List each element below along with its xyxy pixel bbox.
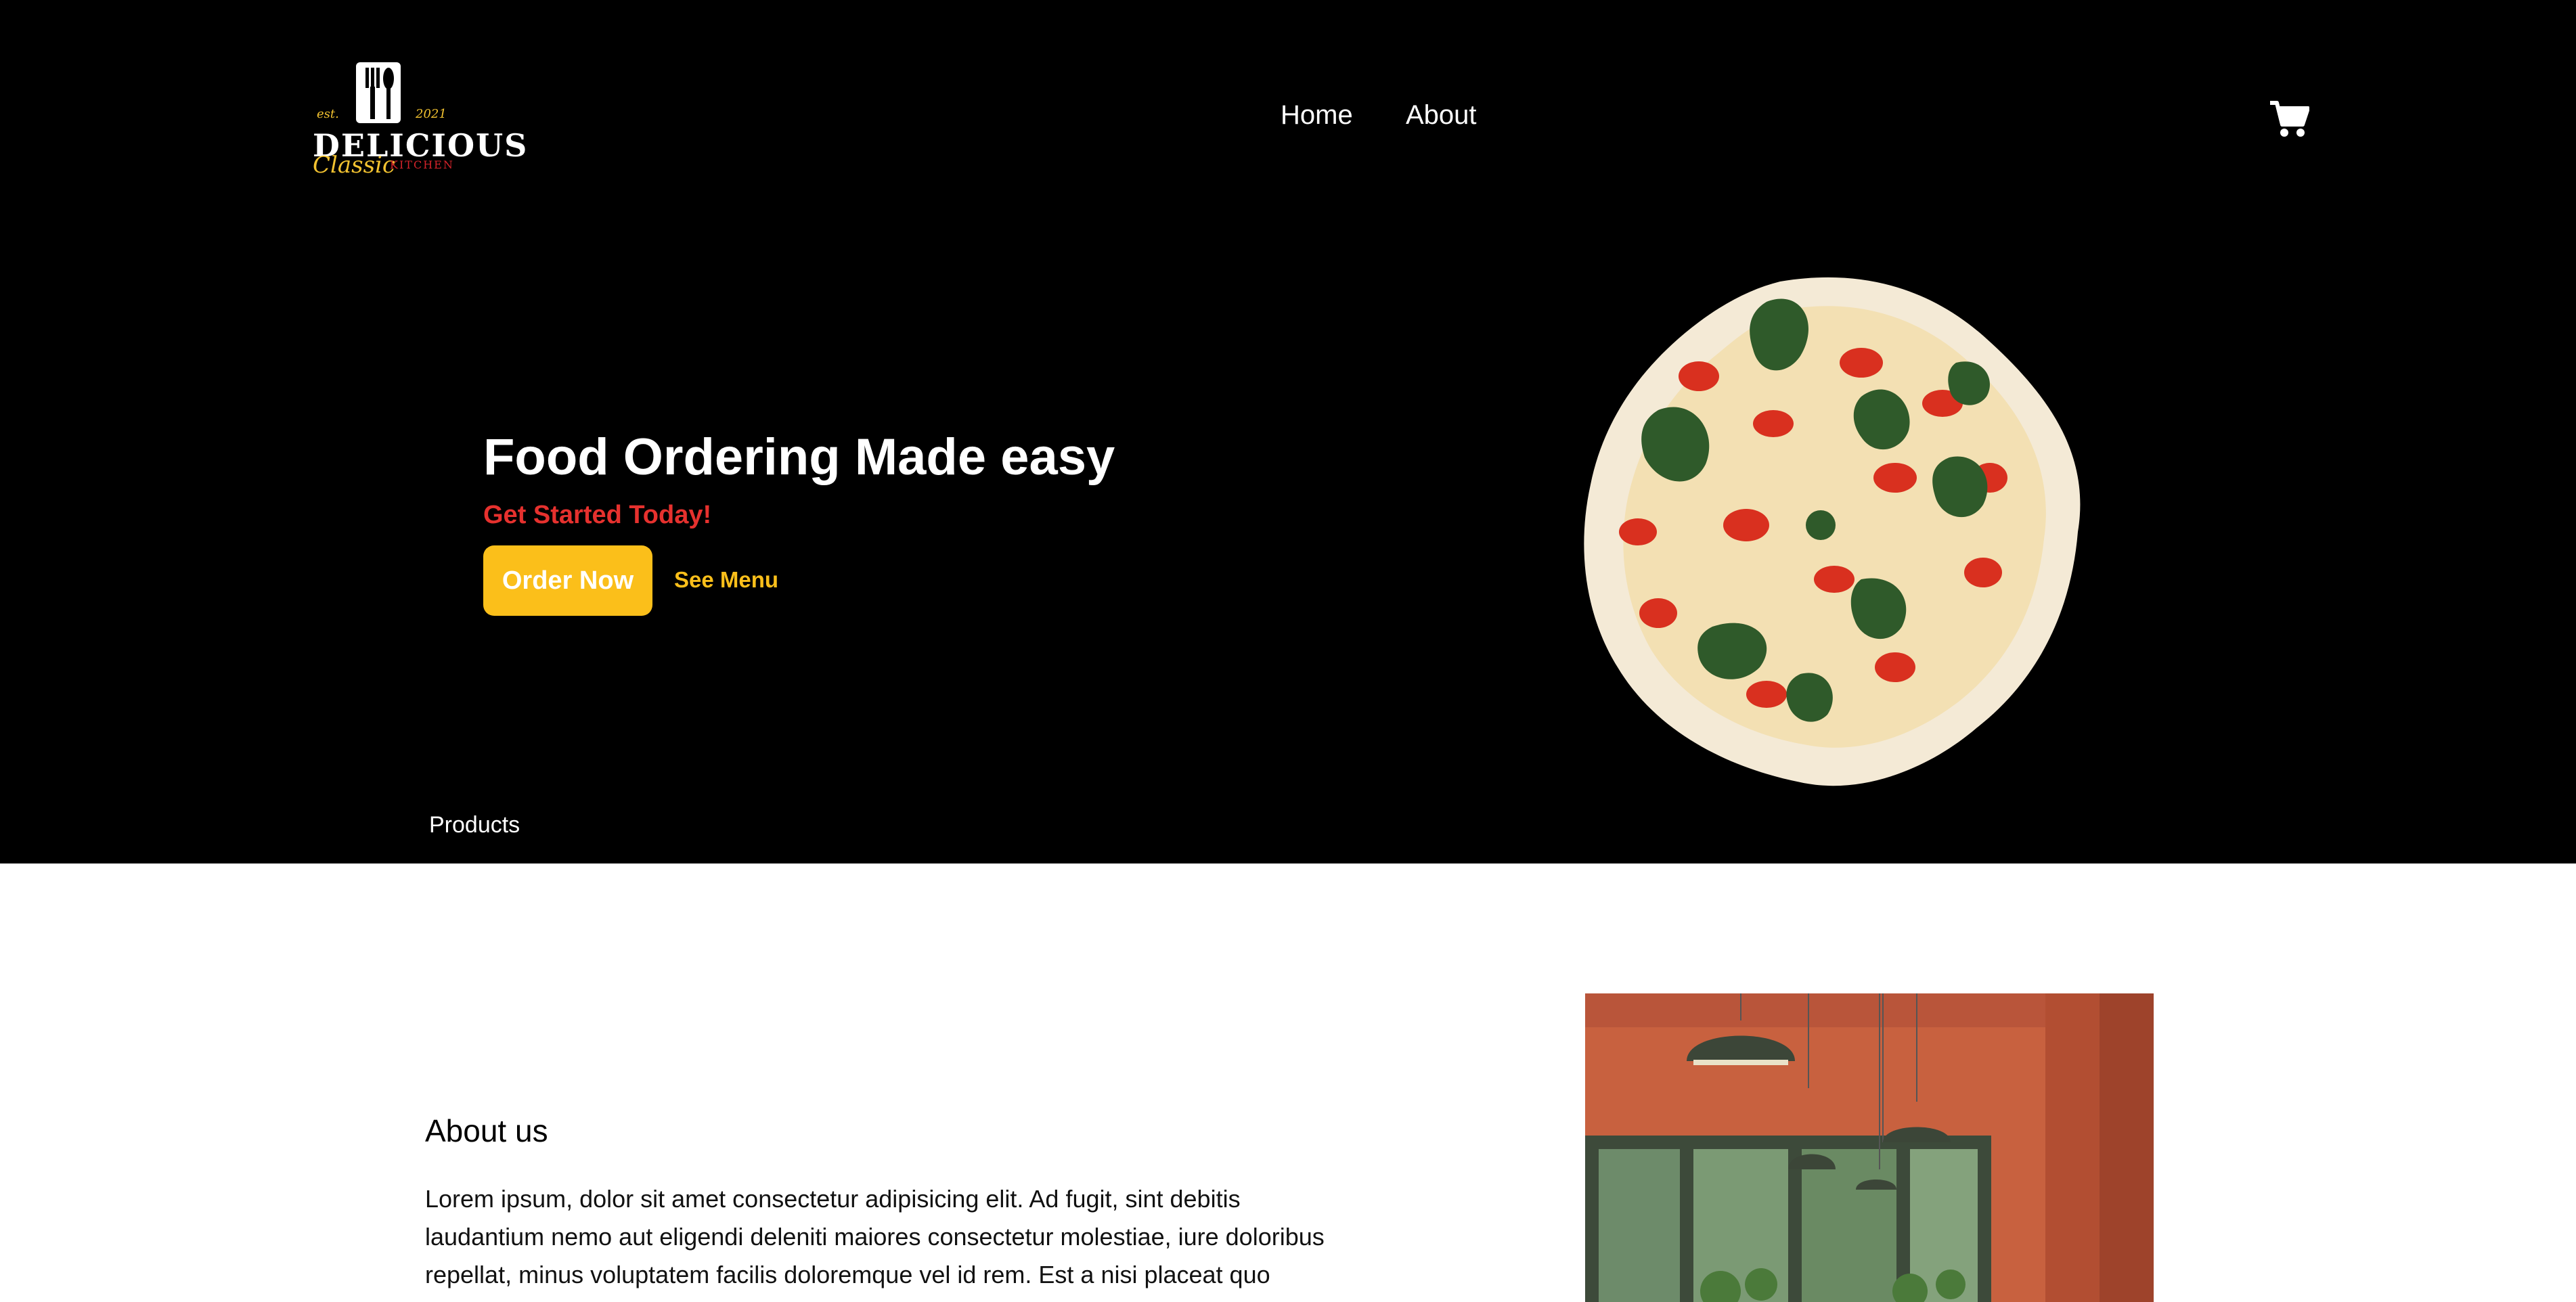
restaurant-interior-image — [1585, 993, 2154, 1302]
about-text: Lorem ipsum, dolor sit amet consectetur … — [425, 1185, 1325, 1288]
logo-classic-text: Classic — [313, 152, 395, 179]
logo[interactable]: est. 2021 DELICIOUS Classic KITCHEN — [313, 62, 527, 179]
logo-year-text: 2021 — [416, 107, 447, 121]
hero-title: Food Ordering Made easy — [483, 428, 1115, 486]
pizza-image — [1584, 277, 2081, 786]
shopping-cart-icon[interactable] — [2269, 100, 2309, 138]
see-menu-link[interactable]: See Menu — [674, 567, 778, 593]
about-title: About us — [425, 1113, 548, 1148]
hero-subtitle: Get Started Today! — [483, 501, 712, 529]
utensils-icon — [356, 62, 401, 123]
hero-section: est. 2021 DELICIOUS Classic KITCHEN Home… — [0, 0, 2576, 863]
nav-about-link[interactable]: About — [1406, 100, 1477, 131]
logo-kitchen-text: KITCHEN — [390, 158, 454, 171]
logo-est-text: est. — [317, 107, 339, 121]
nav-home-link[interactable]: Home — [1281, 100, 1353, 131]
order-now-button[interactable]: Order Now — [483, 545, 652, 616]
products-link[interactable]: Products — [429, 812, 520, 838]
